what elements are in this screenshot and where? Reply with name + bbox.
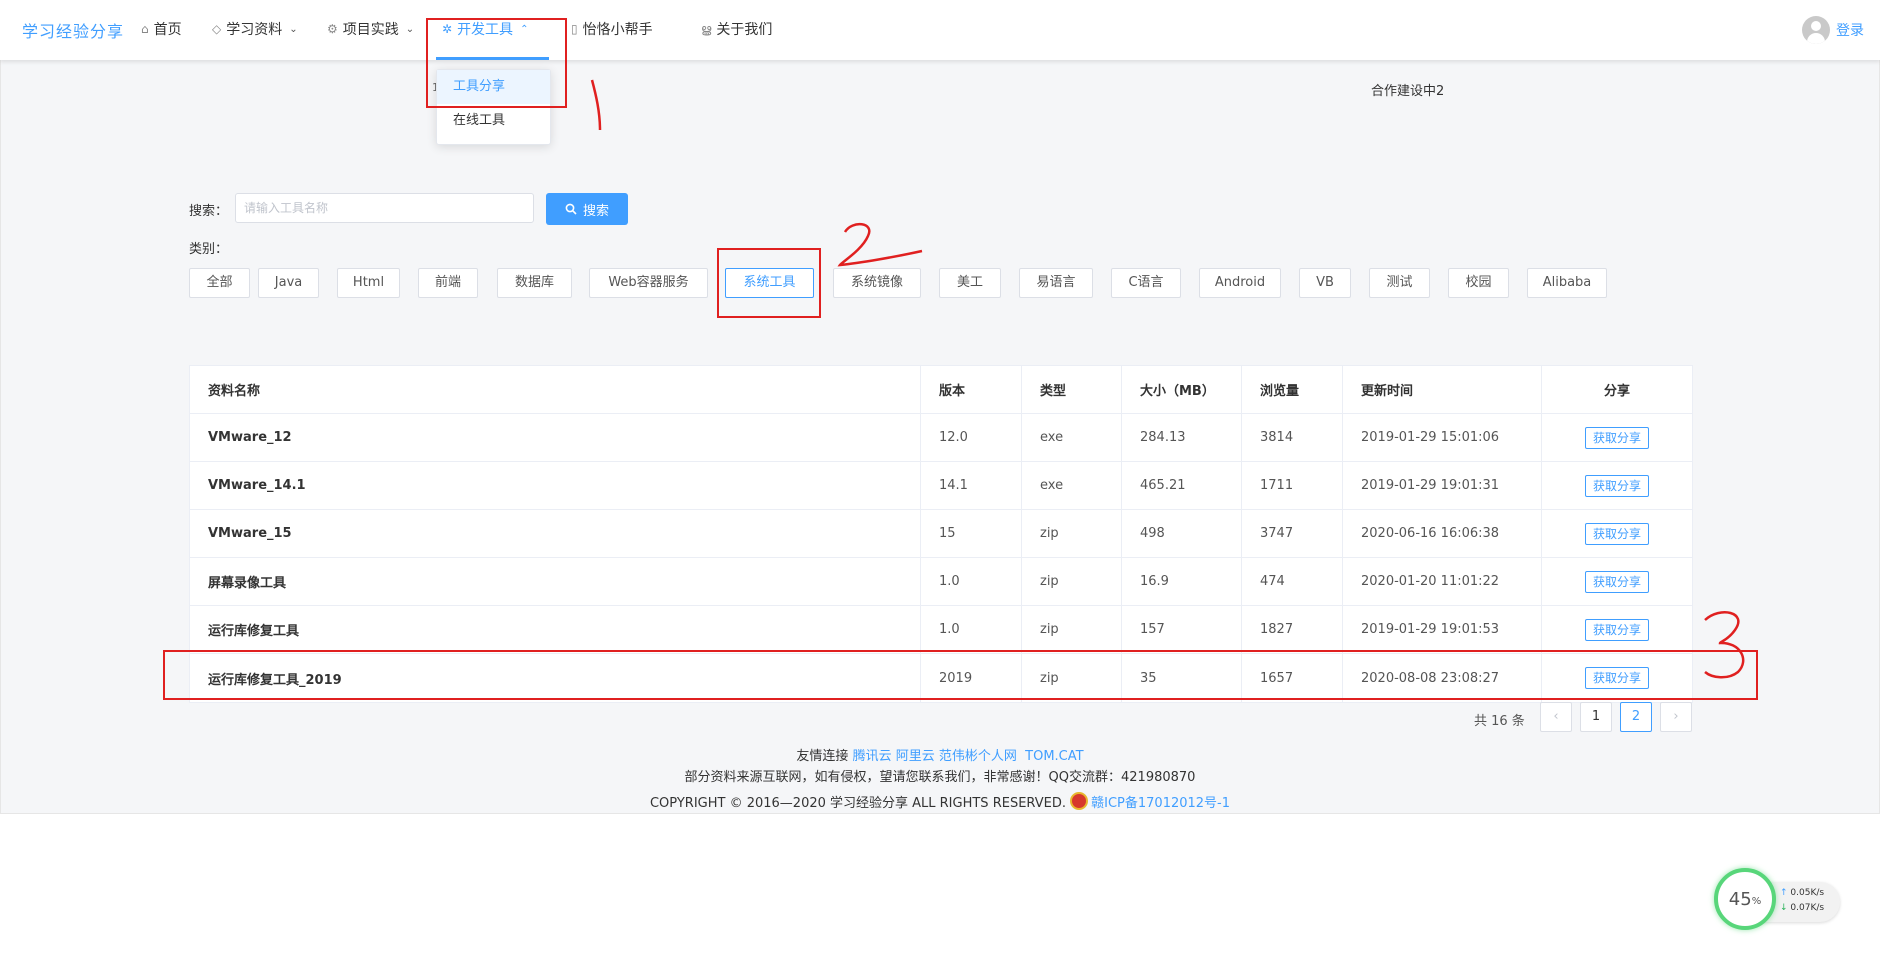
network-speed-widget[interactable]: 45% ↑ 0.05K/s ↓ 0.07K/s <box>1714 868 1842 934</box>
annotation-mark-2 <box>837 223 923 267</box>
upload-speed: ↑ 0.05K/s <box>1780 888 1824 898</box>
download-speed: ↓ 0.07K/s <box>1780 903 1824 913</box>
annotation-mark-3 <box>1704 611 1745 679</box>
arrow-down-icon: ↓ <box>1780 903 1788 913</box>
memory-percent-unit: % <box>1751 896 1762 907</box>
arrow-up-icon: ↑ <box>1780 888 1788 898</box>
memory-percent: 45 <box>1728 888 1752 910</box>
upload-speed-value: 0.05K/s <box>1790 888 1825 898</box>
annotation-mark-1 <box>590 79 602 131</box>
annotation-scribbles <box>590 79 1745 679</box>
download-speed-value: 0.07K/s <box>1790 903 1825 913</box>
memory-usage-gauge: 45% <box>1714 868 1776 930</box>
